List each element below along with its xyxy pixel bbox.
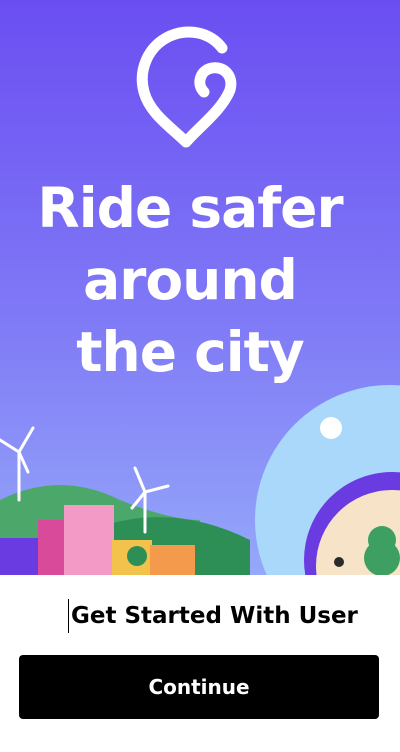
get-started-text: Get Started With User <box>71 603 358 629</box>
text-cursor <box>68 599 69 633</box>
continue-button[interactable]: Continue <box>19 655 379 719</box>
headline-line-1: Ride safer <box>37 176 343 240</box>
onboarding-screen: Ride safer around the city Get Started W… <box>0 0 400 752</box>
location-pin-c-logo-icon <box>136 26 237 148</box>
headline-line-3: the city <box>76 320 305 384</box>
hero-headline: Ride safer around the city <box>0 172 380 388</box>
get-started-prompt: Get Started With User <box>68 599 358 633</box>
headline-line-2: around <box>83 248 298 312</box>
hero-banner: Ride safer around the city <box>0 0 400 575</box>
